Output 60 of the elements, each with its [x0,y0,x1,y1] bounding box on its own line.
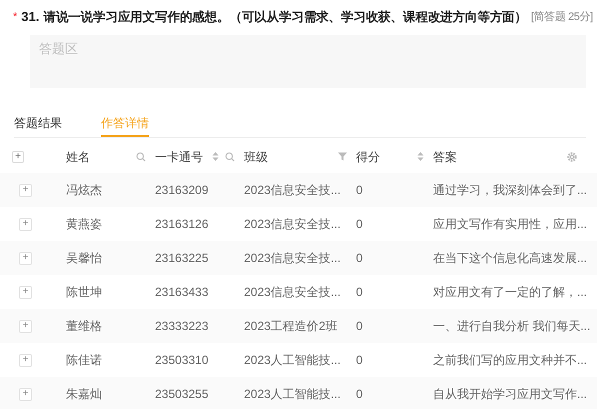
table-cell: 2023信息安全技... [244,251,341,265]
table-cell: 2023人工智能技... [244,387,341,401]
table-cell: 23333223 [155,319,208,333]
table-cell: 0 [356,319,363,333]
question-number: 31. [21,8,40,26]
table-cell: 2023工程造价2班 [244,319,338,333]
question-meta: [简答题 25分] [530,10,593,25]
table-cell: 对应用文有了一定的了解，... [433,285,588,299]
table-cell: 黄燕姿 [66,217,102,231]
table-cell: 0 [356,183,363,197]
table-cell: 0 [356,353,363,367]
expand-row-button[interactable]: + [19,354,32,366]
table-cell: 一、进行自我分析 我们每天... [433,319,590,333]
expand-row-button[interactable]: + [19,286,32,298]
table-cell: 朱嘉灿 [66,387,102,401]
table-cell: 23163126 [155,217,208,231]
table-cell: 0 [356,251,363,265]
column-header: 一卡通号 [155,148,203,166]
expand-all-button[interactable]: + [12,150,24,162]
column-header: 班级 [244,148,268,166]
table-cell: 应用文写作有实用性，应用... [433,217,588,231]
filter-icon[interactable] [338,152,347,161]
tab[interactable]: 作答详情 [101,110,149,137]
table-cell: 23163225 [155,251,208,265]
table-cell: 冯炫杰 [66,183,102,197]
table-cell: 23163433 [155,285,208,299]
table-cell: 2023信息安全技... [244,217,341,231]
sort-icon[interactable] [417,151,424,162]
expand-row-button[interactable]: + [19,184,32,196]
settings-icon[interactable] [567,152,577,162]
expand-row-button[interactable]: + [19,252,32,264]
table-cell: 吴馨怡 [66,251,102,265]
question-text: 请说一说学习应用文写作的感想。（可以从学习需求、学习收获、课程改进方向等方面） [43,8,527,26]
column-header: 姓名 [66,148,90,166]
search-icon[interactable] [225,152,235,162]
expand-row-button[interactable]: + [19,320,32,332]
table-cell: 0 [356,217,363,231]
sort-icon[interactable] [212,151,219,162]
table-cell: 23503310 [155,353,208,367]
expand-row-button[interactable]: + [19,218,32,230]
table-cell: 2023信息安全技... [244,285,341,299]
table-cell: 之前我们写的应用文种并不... [433,353,588,367]
table-cell: 2023人工智能技... [244,353,341,367]
table-cell: 2023信息安全技... [244,183,341,197]
table-cell: 董维格 [66,319,102,333]
table-cell: 陈佳诺 [66,353,102,367]
tab[interactable]: 答题结果 [14,110,62,137]
column-header: 答案 [433,148,457,166]
table-cell: 0 [356,285,363,299]
table-cell: 0 [356,387,363,401]
table-cell: 自从我开始学习应用文写作... [433,387,588,401]
search-icon[interactable] [136,152,146,162]
column-header: 得分 [356,148,380,166]
table-cell: 通过学习，我深刻体会到了... [433,183,588,197]
table-cell: 23503255 [155,387,208,401]
required-mark: * [13,10,18,25]
table-cell: 在当下这个信息化高速发展... [433,251,588,265]
table-cell: 陈世坤 [66,285,102,299]
expand-row-button[interactable]: + [19,388,32,400]
table-cell: 23163209 [155,183,208,197]
